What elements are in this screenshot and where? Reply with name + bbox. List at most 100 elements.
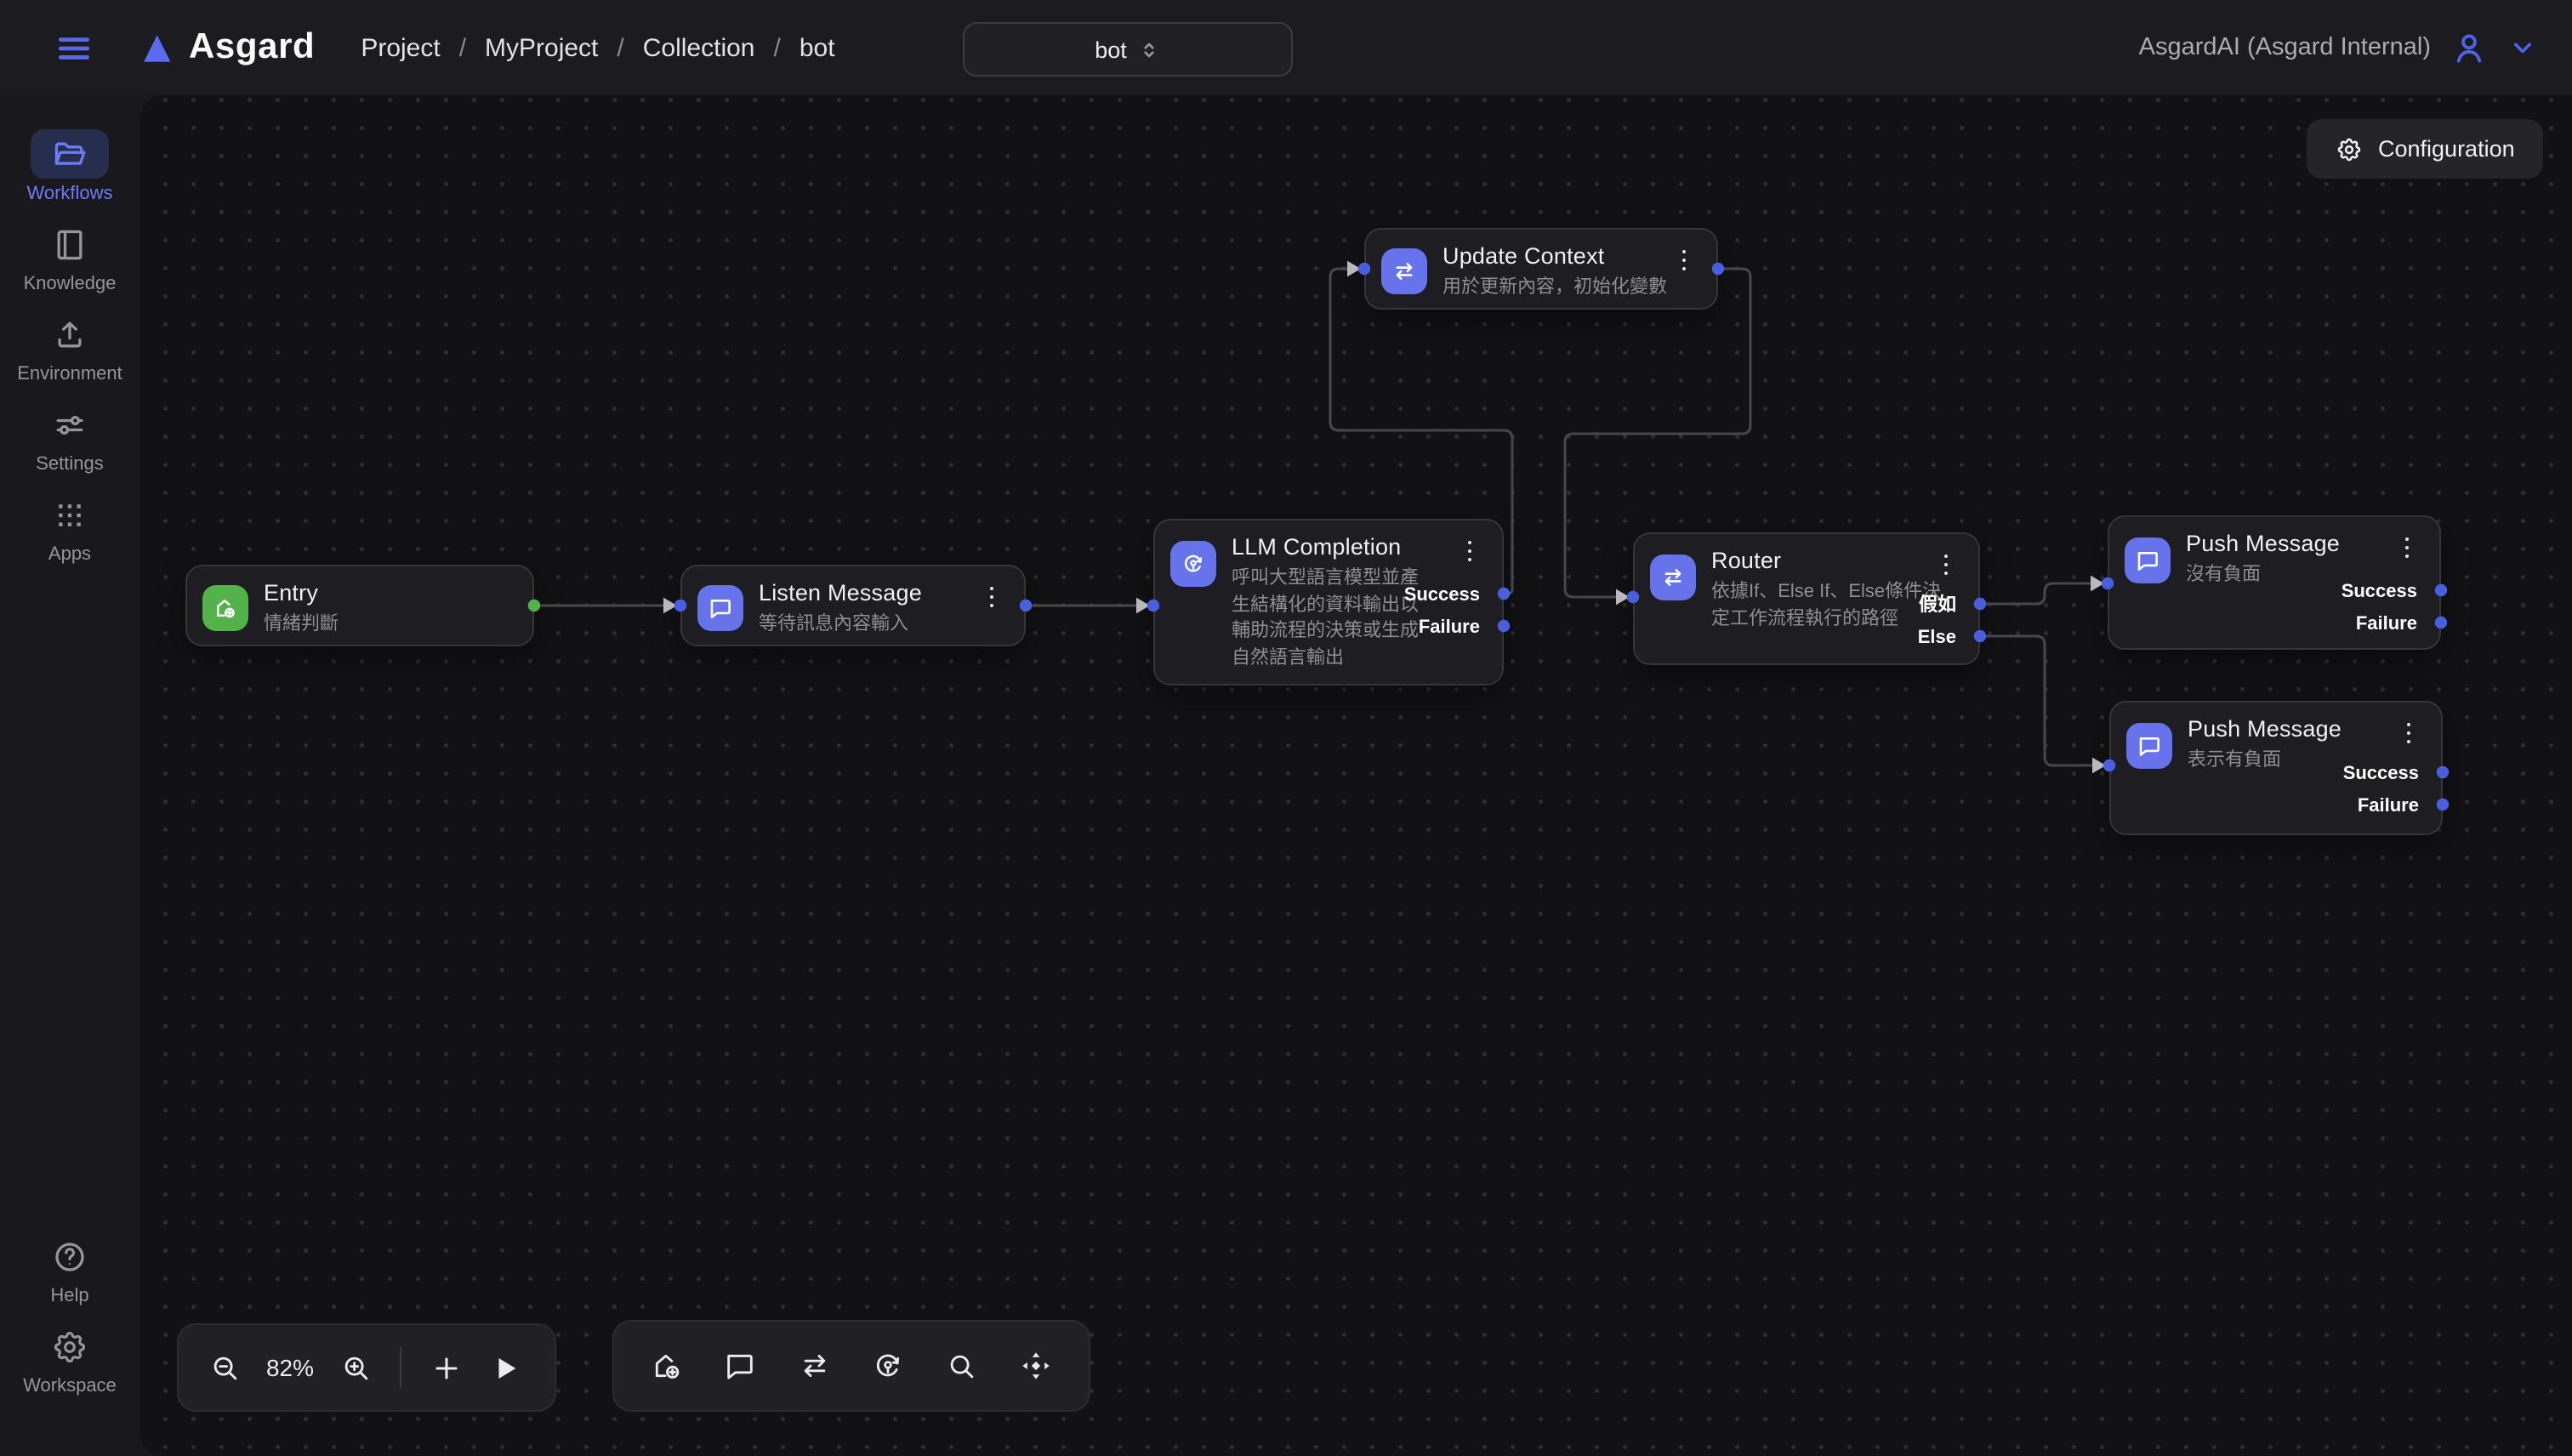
palette-context-button[interactable] bbox=[792, 1344, 836, 1388]
home-plus-icon bbox=[649, 1349, 683, 1383]
brand-logo-icon bbox=[138, 30, 174, 65]
swap-arrows-icon bbox=[797, 1349, 831, 1383]
breadcrumb-separator: / bbox=[774, 33, 781, 62]
sidebar-item-label: Apps bbox=[48, 544, 91, 565]
palette-entry-button[interactable] bbox=[644, 1344, 688, 1388]
plus-icon bbox=[430, 1351, 462, 1384]
sidebar-footer: Help Workspace bbox=[3, 1231, 136, 1412]
move-diamond-icon bbox=[1020, 1349, 1054, 1383]
node-listen[interactable]: Listen Message等待訊息內容輸入 bbox=[680, 565, 1026, 646]
node-push_bottom[interactable]: Push Message 表示有負面 Success Failure bbox=[2109, 701, 2443, 835]
node-menu-button[interactable] bbox=[978, 582, 1005, 612]
home-plus-icon bbox=[202, 585, 248, 631]
app-root: Asgard Project / MyProject / Collection … bbox=[0, 0, 2572, 1456]
grid-dots-icon bbox=[31, 490, 109, 539]
node-title: Update Context bbox=[1442, 243, 1604, 269]
output-port-label: 假如 bbox=[1919, 592, 1956, 619]
question-circle-icon bbox=[31, 1231, 109, 1281]
sidebar-item-label: Environment bbox=[17, 364, 122, 384]
node-menu-button[interactable] bbox=[2393, 532, 2421, 563]
run-workflow-button[interactable] bbox=[483, 1345, 527, 1390]
node-entry[interactable]: Entry 情緒判斷 bbox=[185, 565, 534, 646]
node-title: Push Message bbox=[2188, 716, 2342, 742]
llm-refresh-icon bbox=[872, 1349, 906, 1383]
chevron-down-icon[interactable] bbox=[2507, 32, 2538, 63]
chat-bubble-icon bbox=[697, 585, 743, 631]
node-subtitle: 表示有負面 bbox=[2188, 748, 2281, 775]
workflow-selector-value: bot bbox=[1095, 37, 1127, 62]
node-title: Entry bbox=[264, 580, 318, 606]
sidebar-item-help[interactable]: Help bbox=[3, 1231, 136, 1306]
breadcrumb-project[interactable]: Project bbox=[361, 33, 440, 62]
book-icon bbox=[31, 219, 109, 269]
node-update_context[interactable]: Update Context 用於更新內容，初始化變數 bbox=[1364, 228, 1718, 310]
output-port-label: Failure bbox=[1419, 614, 1480, 641]
swap-arrows-icon bbox=[1650, 555, 1696, 600]
sidebar-item-label: Help bbox=[50, 1286, 88, 1306]
user-icon[interactable] bbox=[2450, 28, 2489, 67]
toolbar-divider bbox=[400, 1347, 401, 1388]
output-port-label: Success bbox=[2342, 578, 2417, 606]
node-menu-button[interactable] bbox=[1932, 549, 1960, 580]
zoom-in-button[interactable] bbox=[333, 1345, 378, 1390]
chat-bubble-icon bbox=[2125, 537, 2171, 583]
breadcrumb-separator: / bbox=[617, 33, 623, 62]
output-port-label: Else bbox=[1918, 624, 1956, 651]
sidebar-item-settings[interactable]: Settings bbox=[3, 400, 136, 475]
sidebar-item-workspace[interactable]: Workspace bbox=[3, 1322, 136, 1396]
configuration-button-label: Configuration bbox=[2378, 136, 2515, 162]
breadcrumb-myproject[interactable]: MyProject bbox=[485, 33, 598, 62]
sidebar-item-workflows[interactable]: Workflows bbox=[3, 129, 136, 204]
account-area: AsgardAI (Asgard Internal) bbox=[2139, 28, 2572, 67]
menu-button[interactable] bbox=[53, 26, 95, 69]
search-button[interactable] bbox=[941, 1344, 985, 1388]
search-icon bbox=[947, 1350, 979, 1382]
node-menu-button[interactable] bbox=[2395, 718, 2422, 748]
chat-bubble-icon bbox=[723, 1349, 757, 1383]
gear-icon bbox=[2336, 135, 2363, 162]
output-port-label: Success bbox=[2343, 760, 2419, 788]
configuration-button[interactable]: Configuration bbox=[2307, 119, 2544, 179]
node-router[interactable]: Router依據If、Else If、Else條件決定工作流程執行的路徑假如El… bbox=[1633, 532, 1980, 665]
node-menu-button[interactable] bbox=[1456, 536, 1483, 566]
folder-open-icon bbox=[31, 129, 109, 179]
palette-llm-button[interactable] bbox=[867, 1344, 911, 1388]
pan-tool-button[interactable] bbox=[1015, 1344, 1059, 1388]
palette-message-button[interactable] bbox=[718, 1344, 762, 1388]
node-subtitle: 等待訊息內容輸入 bbox=[759, 612, 908, 639]
zoom-out-icon bbox=[208, 1351, 241, 1384]
sidebar-item-knowledge[interactable]: Knowledge bbox=[3, 219, 136, 294]
llm-refresh-icon bbox=[1170, 541, 1216, 587]
sidebar-item-apps[interactable]: Apps bbox=[3, 490, 136, 565]
workflow-selector[interactable]: bot bbox=[963, 22, 1293, 77]
sidebar-item-label: Workspace bbox=[23, 1376, 117, 1396]
output-port-label: Failure bbox=[2356, 611, 2417, 638]
breadcrumb-collection[interactable]: Collection bbox=[643, 33, 755, 62]
breadcrumb: Project / MyProject / Collection / bot bbox=[361, 33, 834, 62]
play-icon bbox=[491, 1353, 520, 1382]
account-label: AsgardAI (Asgard Internal) bbox=[2139, 34, 2431, 61]
node-menu-button[interactable] bbox=[1670, 245, 1698, 276]
breadcrumb-bot[interactable]: bot bbox=[799, 33, 835, 62]
node-title: Push Message bbox=[2186, 531, 2340, 556]
zoom-toolbar: 82% bbox=[177, 1323, 556, 1412]
output-port-label: Failure bbox=[2358, 793, 2419, 820]
sidebar-item-label: Workflows bbox=[26, 184, 112, 204]
sliders-icon bbox=[31, 400, 109, 449]
zoom-in-icon bbox=[339, 1351, 372, 1384]
node-subtitle: 情緒判斷 bbox=[264, 612, 339, 639]
node-llm[interactable]: LLM Completion呼叫大型語言模型並產生結構化的資料輸出以輔助流程的決… bbox=[1153, 519, 1504, 685]
gear-icon bbox=[31, 1322, 109, 1371]
add-node-button[interactable] bbox=[424, 1345, 468, 1390]
node-subtitle: 用於更新內容，初始化變數 bbox=[1442, 276, 1667, 302]
zoom-level: 82% bbox=[262, 1354, 318, 1381]
sidebar-item-environment[interactable]: Environment bbox=[3, 310, 136, 384]
sidebar: Workflows Knowledge Environment Settings… bbox=[0, 95, 139, 1456]
output-port-label: Success bbox=[1404, 582, 1480, 609]
topbar: Asgard Project / MyProject / Collection … bbox=[0, 0, 2572, 95]
sidebar-item-label: Settings bbox=[36, 454, 104, 475]
node-title: LLM Completion bbox=[1232, 534, 1401, 560]
zoom-out-button[interactable] bbox=[202, 1345, 247, 1390]
node-push_top[interactable]: Push Message沒有負面SuccessFailure bbox=[2108, 515, 2441, 650]
sidebar-item-label: Knowledge bbox=[24, 274, 117, 294]
